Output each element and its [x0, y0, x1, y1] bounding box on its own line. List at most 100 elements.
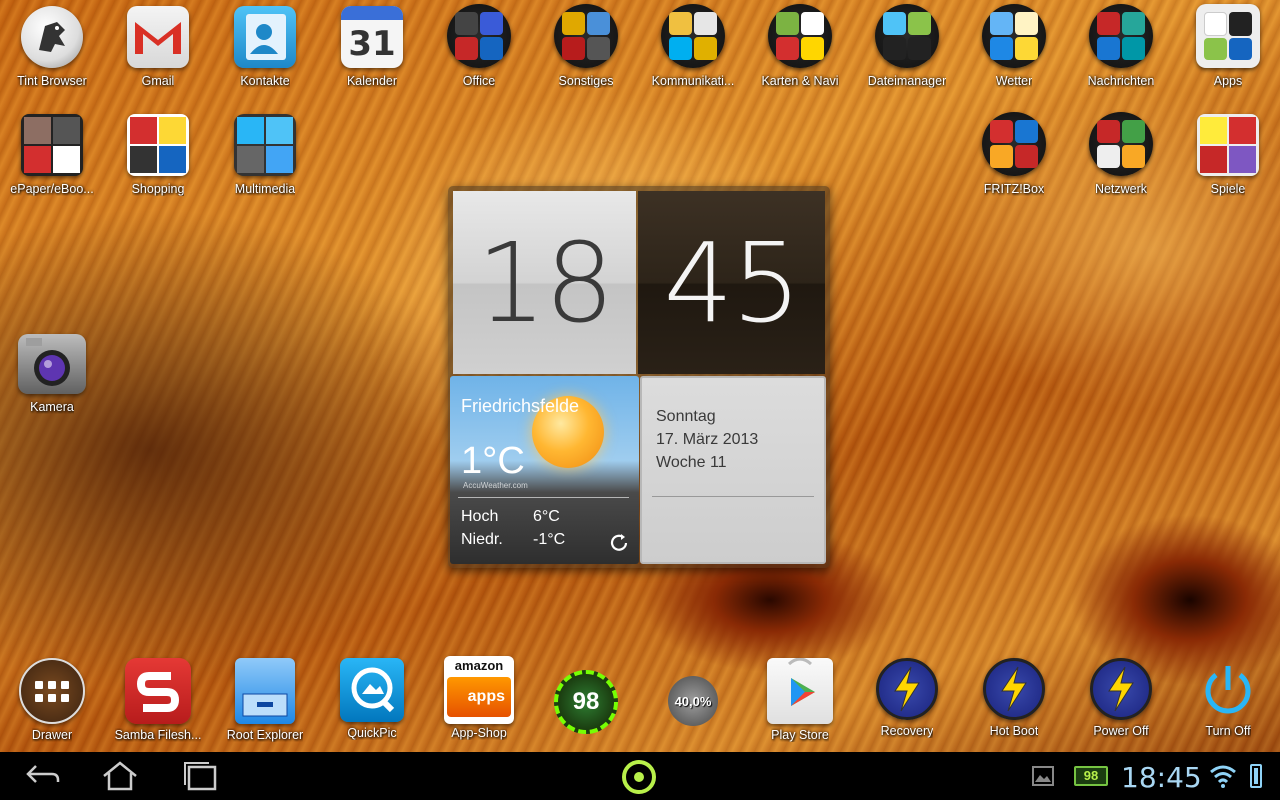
weather-low-value: -1°C [533, 531, 566, 548]
app-label: ePaper/eBoo... [10, 182, 94, 196]
status-time: 18:45 [1121, 761, 1202, 794]
hot-boot-icon [983, 658, 1045, 720]
dock-power-off[interactable]: Power Off [1069, 658, 1173, 738]
app-label: Recovery [880, 724, 934, 738]
folder-apps[interactable]: Apps [1176, 4, 1280, 88]
misc-folder-icon [554, 4, 618, 68]
date-panel[interactable]: Sonntag 17. März 2013 Woche 11 [640, 376, 826, 564]
folder-multimedia[interactable]: Multimedia [213, 114, 317, 196]
apps-text: apps [447, 677, 511, 717]
app-label: Kommunikati... [651, 74, 735, 88]
system-bar: 98 18:45 [0, 752, 1280, 800]
app-label: Samba Filesh... [114, 728, 202, 742]
back-icon[interactable] [22, 760, 62, 792]
amazon-appstore-icon: amazon apps [444, 656, 514, 724]
app-camera[interactable]: Kamera [0, 334, 104, 414]
battery-status-value: 98 [1083, 768, 1099, 783]
app-label: Gmail [141, 74, 175, 88]
clock-minute: 45 [638, 191, 825, 374]
battery-widget-icon: 98 [554, 670, 618, 734]
news-folder-icon [1089, 4, 1153, 68]
dock-memory-widget[interactable]: 40,0% [641, 676, 745, 726]
network-folder-icon [1089, 112, 1153, 176]
apps-folder-icon [1196, 4, 1260, 68]
weather-high-row: Hoch 6°C [461, 508, 560, 526]
folder-network[interactable]: Netzwerk [1069, 112, 1173, 196]
date-full: 17. März 2013 [656, 431, 759, 448]
memory-widget-icon: 40,0% [668, 676, 718, 726]
app-label: Root Explorer [226, 728, 304, 742]
memory-value: 40,0% [674, 693, 712, 709]
app-label: Dateimanager [867, 74, 947, 88]
folder-news[interactable]: Nachrichten [1069, 4, 1173, 88]
shopping-folder-icon [127, 114, 189, 176]
root-explorer-icon [235, 658, 295, 724]
folder-fritzbox[interactable]: FRITZ!Box [962, 112, 1066, 196]
app-label: App-Shop [451, 726, 507, 740]
folder-office[interactable]: Office [427, 4, 531, 88]
play-store-icon [767, 658, 833, 724]
battery-status-badge: 98 [1074, 766, 1108, 786]
dock-quickpic[interactable]: QuickPic [320, 658, 424, 740]
folder-maps[interactable]: Karten & Navi [748, 4, 852, 88]
app-label: QuickPic [347, 726, 397, 740]
refresh-icon[interactable] [608, 532, 630, 554]
app-label: Drawer [31, 728, 73, 742]
clock-weather-widget[interactable]: 18 45 Friedrichsfelde 1°C AccuWeather.co… [448, 186, 830, 568]
app-label: Wetter [995, 74, 1033, 88]
communication-folder-icon [661, 4, 725, 68]
amazon-text: amazon [454, 658, 504, 673]
recent-apps-icon[interactable] [180, 760, 220, 792]
calendar-badge: 31 [348, 24, 396, 64]
maps-folder-icon [768, 4, 832, 68]
weather-divider [458, 497, 629, 498]
app-label: Turn Off [1205, 724, 1251, 738]
app-label: Spiele [1210, 182, 1246, 196]
dock-turn-off[interactable]: Turn Off [1176, 658, 1280, 738]
recovery-icon [876, 658, 938, 720]
app-label: Office [462, 74, 496, 88]
dock-root-explorer[interactable]: Root Explorer [213, 658, 317, 742]
app-label: Sonstiges [558, 74, 614, 88]
multimedia-folder-icon [234, 114, 296, 176]
app-tint-browser[interactable]: Tint Browser [0, 6, 104, 88]
dock-hot-boot[interactable]: Hot Boot [962, 658, 1066, 738]
dock-play-store[interactable]: Play Store [748, 658, 852, 742]
games-folder-icon [1197, 114, 1259, 176]
folder-communication[interactable]: Kommunikati... [641, 4, 745, 88]
app-contacts[interactable]: Kontakte [213, 6, 317, 88]
turn-off-icon [1197, 658, 1259, 720]
dock-recovery[interactable]: Recovery [855, 658, 959, 738]
date-week: Woche 11 [656, 454, 727, 471]
folder-epaper[interactable]: ePaper/eBoo... [0, 114, 104, 196]
calendar-icon: 31 [341, 6, 403, 68]
folder-games[interactable]: Spiele [1176, 114, 1280, 196]
dock-amazon-appstore[interactable]: amazon apps App-Shop [427, 656, 531, 740]
dock-samba[interactable]: Samba Filesh... [106, 658, 210, 742]
battery-value: 98 [572, 688, 600, 715]
folder-shopping[interactable]: Shopping [106, 114, 210, 196]
home-ring-icon[interactable] [622, 760, 656, 794]
app-gmail[interactable]: Gmail [106, 6, 210, 88]
dock-battery-widget[interactable]: 98 [534, 670, 638, 734]
app-label: Multimedia [234, 182, 296, 196]
weather-low-row: Niedr. -1°C [461, 531, 565, 549]
app-label: Kamera [30, 400, 74, 414]
app-calendar[interactable]: 31 Kalender [320, 6, 424, 88]
folder-weather[interactable]: Wetter [962, 4, 1066, 88]
gallery-notification-icon[interactable] [1032, 766, 1054, 786]
weather-high-value: 6°C [533, 508, 560, 525]
folder-filemanager[interactable]: Dateimanager [855, 4, 959, 88]
clock-hour: 18 [453, 191, 636, 374]
dock-drawer[interactable]: Drawer [0, 658, 104, 742]
app-label: Netzwerk [1094, 182, 1148, 196]
contacts-icon [234, 6, 296, 68]
weather-panel[interactable]: Friedrichsfelde 1°C AccuWeather.com Hoch… [450, 376, 639, 564]
wifi-icon [1209, 764, 1237, 793]
samba-icon [125, 658, 191, 724]
fritzbox-folder-icon [982, 112, 1046, 176]
folder-misc[interactable]: Sonstiges [534, 4, 638, 88]
app-label: Nachrichten [1087, 74, 1155, 88]
weather-folder-icon [982, 4, 1046, 68]
home-icon[interactable] [100, 760, 140, 792]
